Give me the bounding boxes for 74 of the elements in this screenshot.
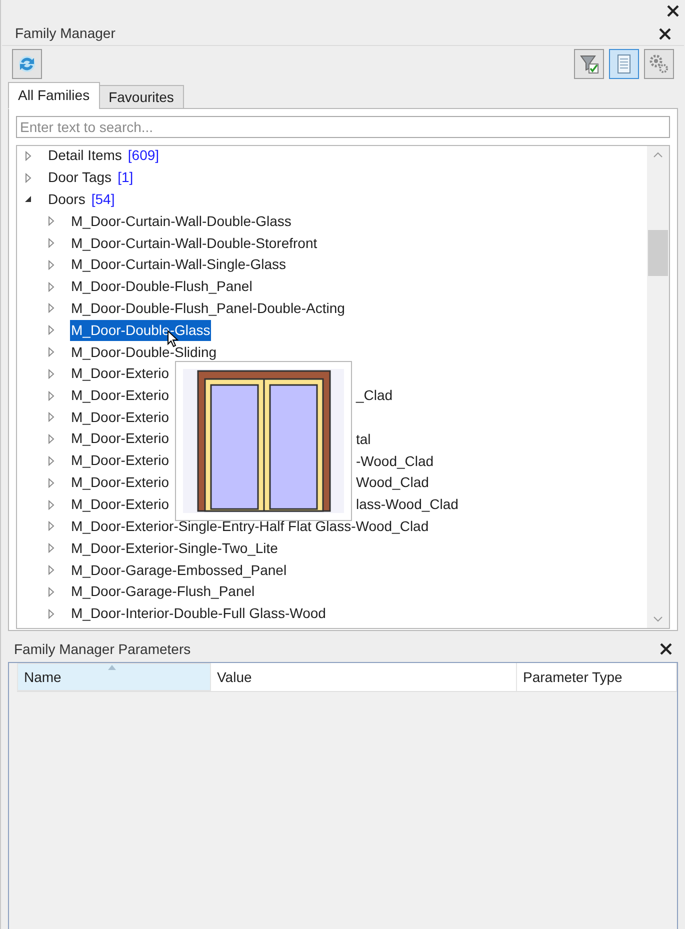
expand-triangle-icon[interactable]: [46, 608, 56, 619]
tab[interactable]: Favourites: [98, 85, 184, 109]
table-button[interactable]: [609, 49, 639, 79]
gears-icon: [648, 53, 670, 75]
close-icon[interactable]: [659, 642, 673, 656]
refresh-icon: [16, 53, 38, 75]
settings-button[interactable]: [644, 49, 674, 79]
sort-arrow-icon: [108, 665, 116, 670]
tree-item-text: _Clad: [356, 386, 393, 406]
scroll-down-icon[interactable]: [653, 616, 663, 622]
tree-item[interactable]: M_Door-Exterior-Single-Two_Lite: [70, 538, 279, 559]
tree-item[interactable]: M_Door-Curtain-Wall-Double-Glass: [70, 210, 292, 232]
panel-title: Family Manager Parameters: [14, 640, 191, 659]
expand-triangle-icon[interactable]: [46, 282, 56, 292]
column-header[interactable]: Parameter Type: [517, 663, 677, 691]
item-count: [54]: [91, 190, 115, 209]
tab[interactable]: All Families: [8, 82, 100, 109]
tree-item[interactable]: M_Door-Exterio: [70, 474, 170, 490]
expand-triangle-icon[interactable]: [46, 456, 56, 466]
scroll-up-icon[interactable]: [653, 152, 663, 158]
tree-item[interactable]: M_Door-Exterio: [70, 406, 170, 428]
tree-item[interactable]: Door Tags: [47, 167, 113, 188]
expand-triangle-icon[interactable]: [46, 434, 56, 444]
column-header[interactable]: Value: [211, 663, 517, 691]
search-field[interactable]: Enter text to search...: [16, 116, 670, 138]
tree-item[interactable]: Doors: [47, 188, 86, 210]
collapse-triangle-icon[interactable]: [23, 194, 33, 204]
tree-item[interactable]: M_Door-Double-Sliding: [70, 342, 218, 363]
expand-triangle-icon[interactable]: [46, 543, 56, 554]
expand-triangle-icon[interactable]: [46, 390, 56, 401]
tree-item-text: lass-Wood_Clad: [356, 495, 458, 514]
tree-item[interactable]: Detail Items: [47, 146, 123, 166]
expand-triangle-icon[interactable]: [46, 303, 56, 314]
tree-item[interactable]: M_Door-Garage-Flush_Panel: [70, 581, 256, 602]
expand-triangle-icon[interactable]: [23, 172, 33, 183]
expand-triangle-icon[interactable]: [46, 325, 56, 336]
expand-triangle-icon[interactable]: [46, 412, 56, 422]
scrollbar-thumb[interactable]: [648, 230, 668, 276]
tree-item[interactable]: M_Door-Exterio: [70, 363, 170, 384]
expand-triangle-icon[interactable]: [46, 347, 56, 358]
tree-item[interactable]: M_Door-Exterio: [70, 386, 170, 403]
panel-title: Family Manager: [15, 24, 116, 43]
tree-item[interactable]: M_Door-Double-Glass: [70, 320, 212, 341]
expand-triangle-icon[interactable]: [46, 260, 56, 270]
tree-item[interactable]: M_Door-Exterio: [70, 496, 170, 512]
expand-triangle-icon[interactable]: [23, 150, 33, 161]
filter-button[interactable]: [574, 49, 604, 79]
tree-item-text: tal: [356, 430, 371, 449]
tree-item[interactable]: M_Door-Garage-Embossed_Panel: [70, 560, 288, 581]
tree-item[interactable]: M_Door-Exterio: [70, 430, 170, 446]
scrollbar[interactable]: [647, 146, 669, 628]
expand-triangle-icon[interactable]: [46, 565, 56, 576]
expand-triangle-icon[interactable]: [46, 586, 56, 597]
expand-triangle-icon[interactable]: [46, 216, 56, 226]
tree-item[interactable]: M_Door-Exterio: [70, 452, 170, 468]
item-count: [1]: [118, 168, 134, 188]
refresh-button[interactable]: [12, 49, 42, 79]
expand-triangle-icon[interactable]: [46, 368, 56, 379]
tree-item-text: -Wood_Clad: [356, 452, 434, 471]
tree-item[interactable]: M_Door-Interior-Double-Full Glass-Wood: [70, 603, 327, 624]
item-count: [609]: [128, 146, 160, 166]
column-header[interactable]: Name: [17, 663, 211, 691]
filter-icon: [578, 53, 600, 75]
tree-item-text: Wood_Clad: [356, 473, 429, 492]
close-icon[interactable]: [666, 4, 680, 18]
tree-item[interactable]: M_Door-Curtain-Wall-Double-Storefront: [70, 232, 318, 254]
expand-triangle-icon[interactable]: [46, 238, 56, 248]
tree-item[interactable]: M_Door-Double-Flush_Panel: [70, 276, 254, 298]
tree-item[interactable]: M_Door-Double-Flush_Panel-Double-Acting: [70, 298, 346, 319]
expand-triangle-icon[interactable]: [46, 478, 56, 488]
expand-triangle-icon[interactable]: [46, 521, 56, 532]
tree-item[interactable]: M_Door-Curtain-Wall-Single-Glass: [70, 254, 287, 276]
close-icon[interactable]: [658, 26, 672, 40]
expand-triangle-icon[interactable]: [46, 500, 56, 510]
